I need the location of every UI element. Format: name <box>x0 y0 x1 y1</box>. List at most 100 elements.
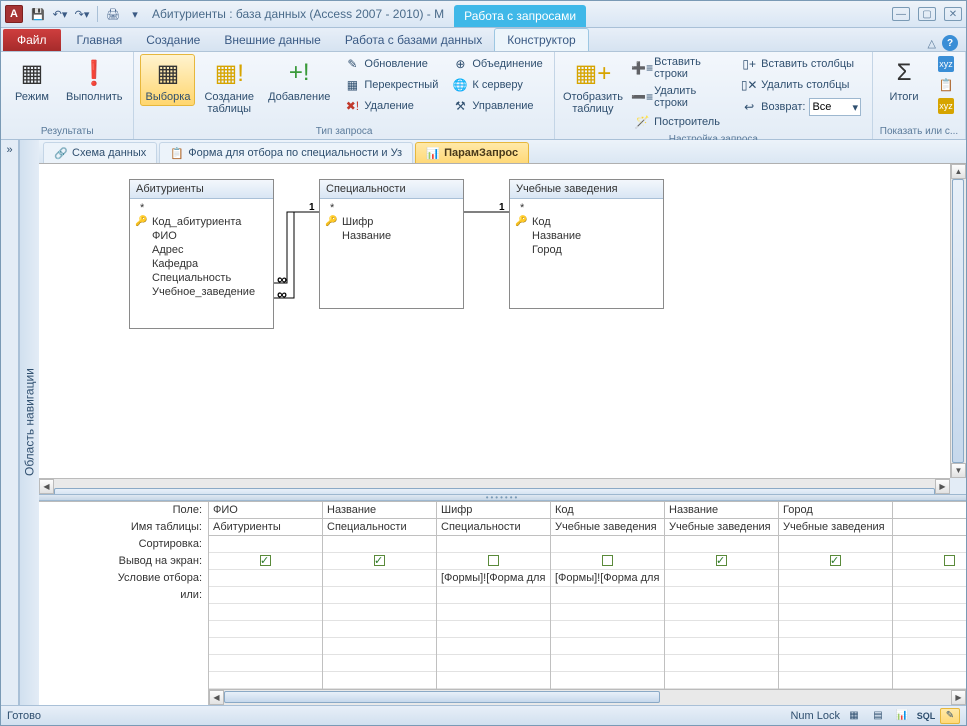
checkbox-icon[interactable] <box>488 555 499 566</box>
grid-cell[interactable] <box>209 604 322 621</box>
union-button[interactable]: ⊕Объединение <box>447 54 547 74</box>
grid-field-cell[interactable]: ФИО <box>209 502 322 519</box>
grid-cell[interactable] <box>551 604 664 621</box>
grid-criteria-cell[interactable] <box>779 570 892 587</box>
grid-or-cell[interactable] <box>893 587 966 604</box>
select-query-button[interactable]: ▦ Выборка <box>140 54 195 106</box>
grid-cell[interactable] <box>779 604 892 621</box>
grid-sort-cell[interactable] <box>209 536 322 553</box>
grid-show-cell[interactable] <box>437 553 550 570</box>
field-item[interactable]: Кафедра <box>132 257 271 271</box>
grid-sort-cell[interactable] <box>437 536 550 553</box>
grid-or-cell[interactable] <box>209 587 322 604</box>
grid-cell[interactable] <box>551 638 664 655</box>
table-title[interactable]: Специальности <box>320 180 463 199</box>
grid-cell[interactable] <box>665 672 778 689</box>
table-title[interactable]: Учебные заведения <box>510 180 663 199</box>
grid-sort-cell[interactable] <box>665 536 778 553</box>
grid-table-cell[interactable]: Специальности <box>437 519 550 536</box>
grid-field-cell[interactable] <box>893 502 966 519</box>
make-table-button[interactable]: ▦! Создание таблицы <box>199 54 259 118</box>
grid-column[interactable]: Название Учебные заведения <box>665 502 779 689</box>
grid-sort-cell[interactable] <box>893 536 966 553</box>
undo-icon[interactable]: ↶▾ <box>51 5 69 23</box>
grid-column[interactable]: ФИО Абитуриенты <box>209 502 323 689</box>
field-item[interactable]: 🔑Код_абитуриента <box>132 215 271 229</box>
query-design-area[interactable]: Абитуриенты*🔑Код_абитуриентаФИОАдресКафе… <box>39 164 966 494</box>
grid-or-cell[interactable] <box>779 587 892 604</box>
delete-cols-button[interactable]: ▯✕Удалить столбцы <box>736 75 866 95</box>
grid-or-cell[interactable] <box>323 587 436 604</box>
grid-cell[interactable] <box>893 638 966 655</box>
table-box[interactable]: Учебные заведения*🔑КодНазваниеГород <box>509 179 664 309</box>
grid-cell[interactable] <box>893 621 966 638</box>
table-box[interactable]: Абитуриенты*🔑Код_абитуриентаФИОАдресКафе… <box>129 179 274 329</box>
grid-table-cell[interactable]: Абитуриенты <box>209 519 322 536</box>
params-button[interactable]: xyz <box>933 54 959 74</box>
grid-table-cell[interactable]: Учебные заведения <box>665 519 778 536</box>
append-button[interactable]: +! Добавление <box>263 54 335 106</box>
grid-cell[interactable] <box>779 672 892 689</box>
tab-external-data[interactable]: Внешние данные <box>212 29 333 51</box>
grid-field-cell[interactable]: Название <box>665 502 778 519</box>
field-item[interactable]: ФИО <box>132 229 271 243</box>
grid-or-cell[interactable] <box>437 587 550 604</box>
grid-show-cell[interactable] <box>893 553 966 570</box>
table-box[interactable]: Специальности *🔑ШифрНазвание <box>319 179 464 309</box>
grid-cell[interactable] <box>665 655 778 672</box>
return-input[interactable]: ▾ <box>809 98 861 116</box>
design-view-icon[interactable]: ✎ <box>940 708 960 724</box>
grid-hscroll[interactable]: ◀ ▶ <box>209 689 966 705</box>
passthrough-button[interactable]: 🌐К серверу <box>447 75 547 95</box>
field-item[interactable]: 🔑Шифр <box>322 215 461 229</box>
file-tab[interactable]: Файл <box>3 29 61 51</box>
view-mode-button[interactable]: ▦ Режим <box>7 54 57 106</box>
grid-table-cell[interactable]: Учебные заведения <box>779 519 892 536</box>
checkbox-icon[interactable] <box>944 555 955 566</box>
scroll-track[interactable] <box>224 690 951 705</box>
totals-button[interactable]: Σ Итоги <box>879 54 929 106</box>
scroll-down-icon[interactable]: ▼ <box>951 463 966 478</box>
insert-cols-button[interactable]: ▯+Вставить столбцы <box>736 54 866 74</box>
grid-criteria-cell[interactable]: [Формы]![Форма для <box>437 570 550 587</box>
grid-show-cell[interactable] <box>209 553 322 570</box>
grid-table-cell[interactable] <box>893 519 966 536</box>
datasheet-view-icon[interactable]: ▦ <box>844 708 864 724</box>
save-icon[interactable]: 💾 <box>29 5 47 23</box>
tab-create[interactable]: Создание <box>134 29 212 51</box>
grid-criteria-cell[interactable] <box>209 570 322 587</box>
field-item[interactable]: Учебное_заведение <box>132 285 271 299</box>
chevron-down-icon[interactable]: ▾ <box>852 101 858 114</box>
update-button[interactable]: ✎Обновление <box>339 54 443 74</box>
grid-cell[interactable] <box>323 638 436 655</box>
grid-cell[interactable] <box>665 604 778 621</box>
pivot-view-icon[interactable]: ▤ <box>868 708 888 724</box>
field-item[interactable]: * <box>322 201 461 215</box>
ribbon-minimize-icon[interactable]: △ <box>928 37 936 50</box>
grid-cell[interactable] <box>323 672 436 689</box>
propsheet-button[interactable]: 📋 <box>933 75 959 95</box>
checkbox-icon[interactable] <box>260 555 271 566</box>
grid-field-cell[interactable]: Код <box>551 502 664 519</box>
scroll-thumb[interactable] <box>224 691 660 703</box>
grid-cell[interactable] <box>665 638 778 655</box>
help-icon[interactable]: ? <box>942 35 958 51</box>
grid-criteria-cell[interactable] <box>665 570 778 587</box>
field-item[interactable]: Адрес <box>132 243 271 257</box>
grid-cell[interactable] <box>437 638 550 655</box>
builder-button[interactable]: 🪄Построитель <box>629 112 732 132</box>
grid-table-cell[interactable]: Учебные заведения <box>551 519 664 536</box>
grid-cell[interactable] <box>893 672 966 689</box>
field-item[interactable]: Название <box>322 229 461 243</box>
splitter[interactable] <box>39 494 966 501</box>
grid-cell[interactable] <box>779 655 892 672</box>
doc-tab[interactable]: 🔗Схема данных <box>43 142 157 163</box>
field-item[interactable]: 🔑Код <box>512 215 661 229</box>
grid-cell[interactable] <box>437 604 550 621</box>
grid-sort-cell[interactable] <box>551 536 664 553</box>
design-vscroll[interactable]: ▲ ▼ <box>950 164 966 478</box>
grid-field-cell[interactable]: Шифр <box>437 502 550 519</box>
return-combo[interactable]: ↩ Возврат: ▾ <box>736 96 866 118</box>
grid-criteria-cell[interactable]: [Формы]![Форма для <box>551 570 664 587</box>
chart-view-icon[interactable]: 📊 <box>892 708 912 724</box>
